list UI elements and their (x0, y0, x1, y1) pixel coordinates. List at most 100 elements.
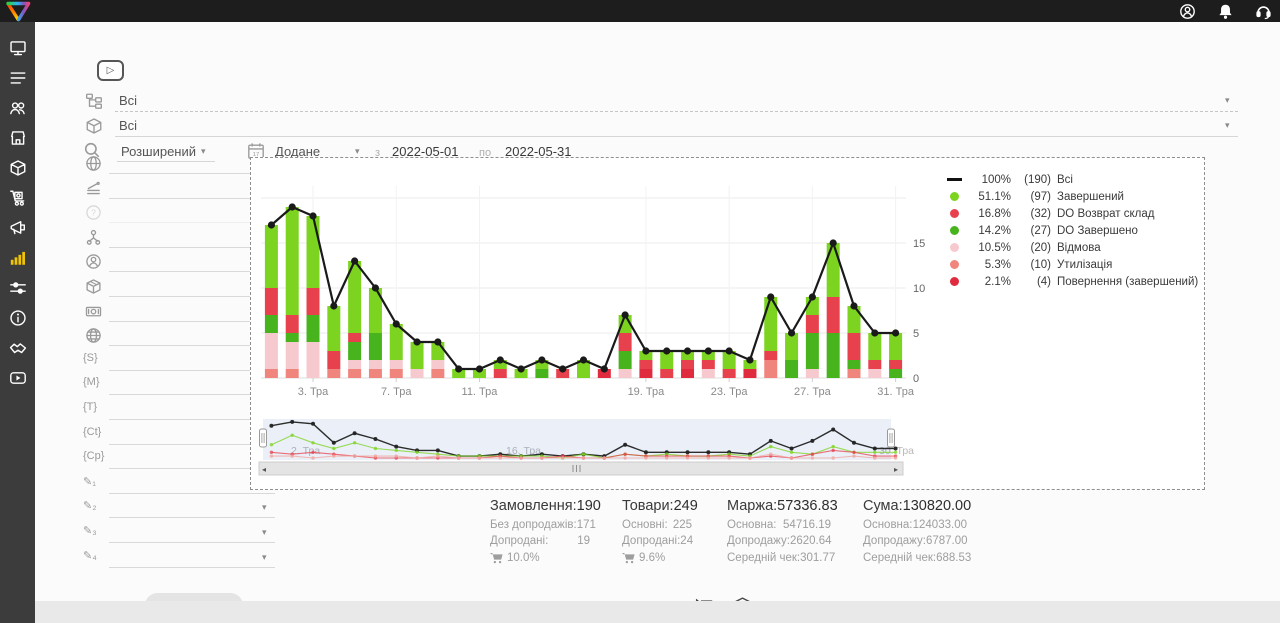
category-filter-select[interactable]: Всі (119, 93, 137, 108)
bar-segment[interactable] (619, 333, 632, 351)
bar-segment[interactable] (847, 369, 860, 378)
line-point[interactable] (517, 365, 524, 372)
line-point[interactable] (580, 356, 587, 363)
line-point[interactable] (663, 347, 670, 354)
video-tutorial-button[interactable]: ▷ (97, 60, 124, 81)
line-point[interactable] (809, 293, 816, 300)
bar-segment[interactable] (806, 333, 819, 369)
bar-segment[interactable] (348, 360, 361, 369)
bar-segment[interactable] (847, 333, 860, 360)
line-point[interactable] (559, 365, 566, 372)
line-point[interactable] (351, 257, 358, 264)
bar-segment[interactable] (827, 243, 840, 297)
sidebar-item-partners[interactable] (0, 335, 35, 361)
line-point[interactable] (726, 347, 733, 354)
bar-segment[interactable] (639, 369, 652, 378)
bar-segment[interactable] (286, 369, 299, 378)
bar-segment[interactable] (681, 369, 694, 378)
bar-segment[interactable] (265, 288, 278, 315)
bar-segment[interactable] (327, 369, 340, 378)
legend-item[interactable]: 51.1%(97)Завершений (941, 188, 1198, 205)
bar-segment[interactable] (660, 369, 673, 378)
bar-segment[interactable] (702, 369, 715, 378)
navigator-scrollbar[interactable] (259, 462, 903, 475)
product-filter-underline[interactable] (115, 136, 1238, 137)
legend-item[interactable]: 10.5%(20)Відмова (941, 239, 1198, 256)
bar-segment[interactable] (639, 360, 652, 369)
line-point[interactable] (372, 284, 379, 291)
bar-segment[interactable] (619, 369, 632, 378)
support-headset-icon[interactable] (1254, 2, 1272, 20)
bar-segment[interactable] (307, 216, 320, 288)
bar-segment[interactable] (369, 333, 382, 360)
bar-segment[interactable] (827, 297, 840, 333)
legend-item[interactable]: 5.3%(10)Утилізація (941, 256, 1198, 273)
bar-segment[interactable] (286, 333, 299, 342)
bar-segment[interactable] (785, 360, 798, 378)
bar-segment[interactable] (702, 360, 715, 369)
line-point[interactable] (393, 320, 400, 327)
line-point[interactable] (705, 347, 712, 354)
legend-item[interactable]: 16.8%(32)DO Возврат склад (941, 205, 1198, 222)
line-point[interactable] (330, 302, 337, 309)
bar-segment[interactable] (265, 369, 278, 378)
bar-segment[interactable] (265, 333, 278, 369)
line-point[interactable] (309, 212, 316, 219)
bar-segment[interactable] (723, 369, 736, 378)
sidebar-item-orders[interactable] (0, 65, 35, 91)
bar-segment[interactable] (764, 360, 777, 378)
line-point[interactable] (767, 293, 774, 300)
category-filter-underline[interactable] (115, 111, 1238, 112)
bar-segment[interactable] (431, 360, 444, 369)
bar-segment[interactable] (847, 360, 860, 369)
select-underline[interactable] (109, 567, 275, 568)
bar-segment[interactable] (764, 351, 777, 360)
bar-segment[interactable] (889, 333, 902, 360)
bar-segment[interactable] (889, 369, 902, 378)
bar-segment[interactable] (889, 360, 902, 369)
line-point[interactable] (538, 356, 545, 363)
line-point[interactable] (434, 338, 441, 345)
sidebar-item-customers[interactable] (0, 95, 35, 121)
bar-segment[interactable] (307, 342, 320, 378)
bar-segment[interactable] (327, 351, 340, 369)
bar-segment[interactable] (390, 360, 403, 369)
line-point[interactable] (455, 365, 462, 372)
navigator-selection[interactable] (263, 419, 891, 460)
line-point[interactable] (850, 302, 857, 309)
sidebar-item-dashboard[interactable] (0, 35, 35, 61)
bar-segment[interactable] (286, 207, 299, 315)
bar-segment[interactable] (369, 369, 382, 378)
bar-segment[interactable] (847, 306, 860, 333)
line-point[interactable] (892, 329, 899, 336)
bar-segment[interactable] (868, 369, 881, 378)
line-point[interactable] (642, 347, 649, 354)
bar-segment[interactable] (286, 315, 299, 333)
bar-segment[interactable] (619, 351, 632, 369)
bar-segment[interactable] (431, 369, 444, 378)
bar-segment[interactable] (806, 369, 819, 378)
line-point[interactable] (830, 239, 837, 246)
legend-item[interactable]: 2.1%(4)Повернення (завершений) (941, 273, 1198, 290)
bar-segment[interactable] (868, 333, 881, 360)
bar-segment[interactable] (390, 324, 403, 360)
bar-segment[interactable] (806, 315, 819, 333)
select-underline[interactable] (109, 517, 275, 518)
line-point[interactable] (476, 365, 483, 372)
bar-segment[interactable] (535, 369, 548, 378)
line-point[interactable] (871, 329, 878, 336)
navigator-handle-right[interactable] (888, 429, 895, 447)
line-point[interactable] (684, 347, 691, 354)
sidebar-item-analytics[interactable] (0, 245, 35, 271)
bar-segment[interactable] (307, 315, 320, 342)
scroll-left-arrow[interactable]: ◂ (262, 465, 266, 474)
bar-segment[interactable] (411, 342, 424, 369)
legend-item[interactable]: 100%(190)Всі (941, 171, 1198, 188)
navigator-handle-left[interactable] (260, 429, 267, 447)
bar-segment[interactable] (348, 342, 361, 360)
bar-segment[interactable] (785, 333, 798, 360)
bar-segment[interactable] (868, 360, 881, 369)
sidebar-item-store[interactable] (0, 125, 35, 151)
line-point[interactable] (788, 329, 795, 336)
line-point[interactable] (497, 356, 504, 363)
